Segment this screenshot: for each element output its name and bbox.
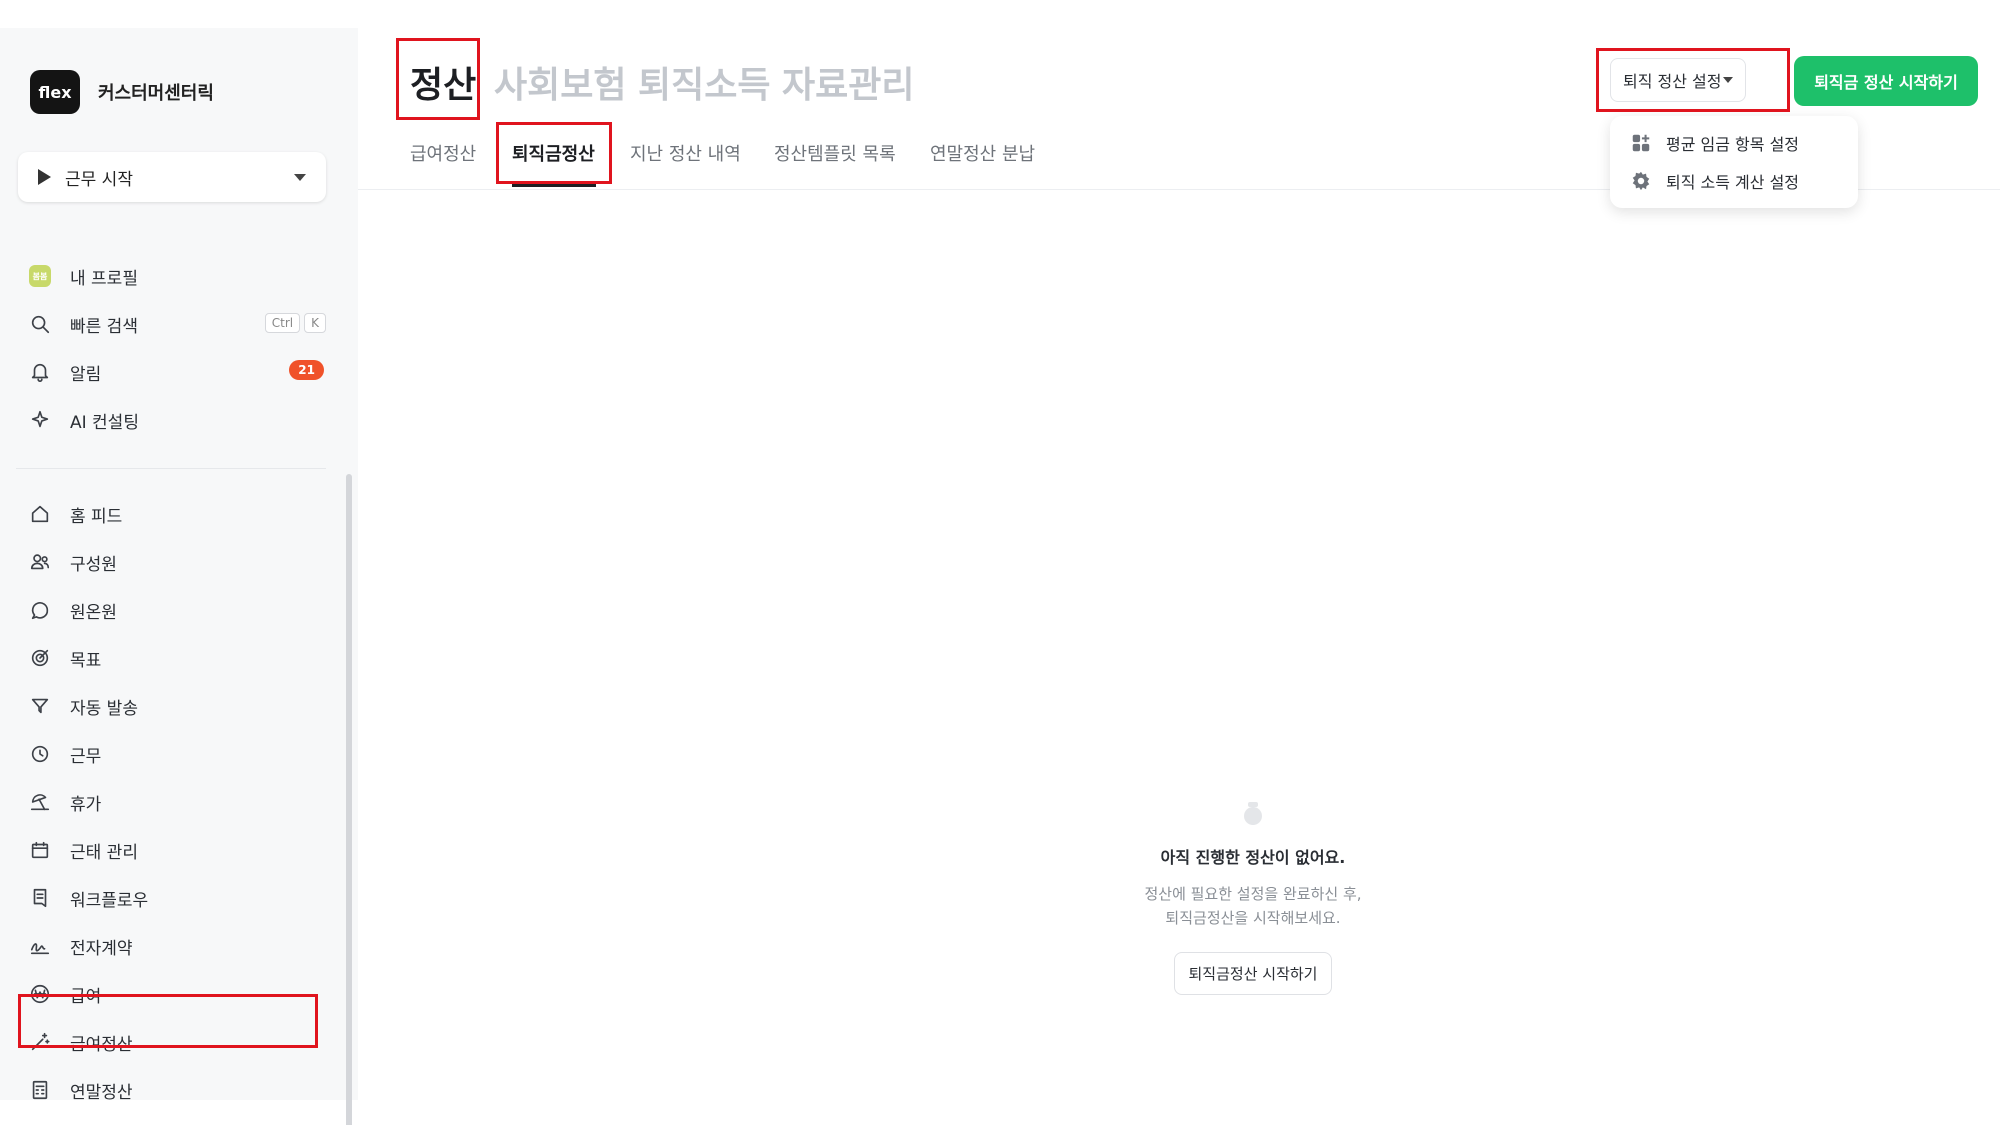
sidebar-item-label: 연말정산: [70, 1082, 133, 1103]
empty-state: 아직 진행한 정산이 없어요. 정산에 필요한 설정을 완료하신 후, 퇴직금정…: [1078, 800, 1428, 995]
sidebar-item-auto-send[interactable]: 자동 발송: [16, 682, 326, 730]
highlight-box: [396, 38, 480, 120]
sidebar-item-label: AI 컨설팅: [70, 412, 139, 433]
empty-state-desc-line1: 정산에 필요한 설정을 완료하신 후,: [1144, 885, 1362, 903]
grid-plus-icon: [1632, 134, 1650, 152]
menu-item-label: 평균 임금 항목 설정: [1666, 135, 1800, 154]
sidebar-divider: [16, 468, 326, 469]
highlight-box: [18, 994, 318, 1048]
bell-icon: [28, 360, 52, 384]
send-icon: [28, 694, 52, 718]
work-start-label: 근무 시작: [65, 169, 133, 190]
sidebar-item-label: 전자계약: [70, 938, 133, 959]
sidebar-item-workflow[interactable]: 워크플로우: [16, 874, 326, 922]
settings-dropdown-menu: 평균 임금 항목 설정 퇴직 소득 계산 설정: [1610, 116, 1858, 208]
sidebar-item-vacation[interactable]: 휴가: [16, 778, 326, 826]
avatar-icon: 봄봄: [29, 265, 51, 287]
sidebar-item-ai-consulting[interactable]: AI 컨설팅: [16, 396, 326, 444]
start-severance-button[interactable]: 퇴직금 정산 시작하기: [1794, 56, 1978, 106]
subtab-payroll-settlement[interactable]: 급여정산: [410, 140, 476, 166]
shortcut-key: Ctrl: [264, 313, 301, 333]
active-tab-indicator: [512, 184, 596, 187]
sidebar-item-label: 빠른 검색: [70, 316, 138, 337]
subtab-past-settlements[interactable]: 지난 정산 내역: [630, 140, 741, 166]
sidebar-scrollbar[interactable]: [346, 474, 352, 1125]
empty-state-desc-line2: 퇴직금정산을 시작해보세요.: [1165, 909, 1341, 927]
tab-retirement-income[interactable]: 퇴직소득: [638, 56, 770, 108]
sidebar-item-quick-search[interactable]: 빠른 검색 Ctrl K: [16, 300, 326, 348]
search-icon: [28, 312, 52, 336]
highlight-box: [496, 122, 612, 184]
highlight-box: [1596, 48, 1790, 112]
sidebar-item-label: 알림: [70, 364, 102, 385]
sidebar-item-profile[interactable]: 봄봄 내 프로필: [16, 252, 326, 300]
menu-item-average-wage[interactable]: 평균 임금 항목 설정: [1610, 124, 1858, 162]
menu-item-label: 퇴직 소득 계산 설정: [1666, 173, 1800, 192]
pot-icon: [1244, 802, 1262, 825]
people-icon: [28, 550, 52, 574]
sidebar-item-label: 구성원: [70, 554, 117, 575]
sidebar-item-label: 원온원: [70, 602, 117, 623]
home-icon: [28, 502, 52, 526]
shortcut-key: K: [304, 313, 326, 333]
calendar-icon: [28, 838, 52, 862]
sidebar-item-label: 홈 피드: [70, 506, 123, 527]
sidebar-item-label: 근무: [70, 746, 102, 767]
chevron-down-icon[interactable]: [294, 173, 306, 181]
tab-data-management[interactable]: 자료관리: [782, 56, 914, 108]
sidebar-item-label: 워크플로우: [70, 890, 149, 911]
sidebar-item-label: 근태 관리: [70, 842, 138, 863]
sidebar-item-goals[interactable]: 목표: [16, 634, 326, 682]
work-start-button[interactable]: 근무 시작: [18, 152, 326, 202]
beach-icon: [28, 790, 52, 814]
target-icon: [28, 646, 52, 670]
tab-social-insurance[interactable]: 사회보험: [494, 56, 626, 108]
subtab-template-list[interactable]: 정산템플릿 목록: [774, 140, 896, 166]
brand[interactable]: flex 커스터머센터릭: [30, 70, 214, 114]
sidebar-item-label: 자동 발송: [70, 698, 138, 719]
sparkle-icon: [28, 408, 52, 432]
subtab-year-end-installment[interactable]: 연말정산 분납: [930, 140, 1035, 166]
sidebar-item-notifications[interactable]: 알림 21: [16, 348, 326, 396]
sidebar-item-home-feed[interactable]: 홈 피드: [16, 490, 326, 538]
sidebar-item-label: 휴가: [70, 794, 102, 815]
sidebar-item-year-end-settlement[interactable]: 연말정산: [16, 1066, 326, 1114]
company-name: 커스터머센터릭: [98, 83, 214, 104]
clock-icon: [28, 742, 52, 766]
menu-item-retirement-income-calc[interactable]: 퇴직 소득 계산 설정: [1610, 162, 1858, 200]
sidebar-top-nav: 봄봄 내 프로필 빠른 검색 Ctrl K 알림 21 AI 컨설팅: [16, 252, 326, 444]
sidebar-item-one-on-one[interactable]: 원온원: [16, 586, 326, 634]
calculator-icon: [28, 1078, 52, 1102]
shortcut-hint: Ctrl K: [264, 313, 326, 333]
empty-state-title: 아직 진행한 정산이 없어요.: [1160, 848, 1346, 867]
sidebar-item-work[interactable]: 근무: [16, 730, 326, 778]
sidebar: flex 커스터머센터릭 근무 시작 봄봄 내 프로필 빠른 검색 Ctrl K…: [0, 28, 358, 1125]
gear-icon: [1632, 171, 1650, 191]
sidebar-item-label: 내 프로필: [70, 268, 138, 289]
brand-logo: flex: [30, 70, 80, 114]
sidebar-item-members[interactable]: 구성원: [16, 538, 326, 586]
sidebar-item-label: 목표: [70, 650, 102, 671]
document-icon: [28, 886, 52, 910]
play-icon: [38, 169, 51, 185]
signature-icon: [28, 934, 52, 958]
notification-badge: 21: [289, 360, 324, 380]
chat-icon: [28, 598, 52, 622]
sidebar-item-attendance[interactable]: 근태 관리: [16, 826, 326, 874]
empty-start-severance-button[interactable]: 퇴직금정산 시작하기: [1173, 952, 1333, 995]
sidebar-item-e-contract[interactable]: 전자계약: [16, 922, 326, 970]
